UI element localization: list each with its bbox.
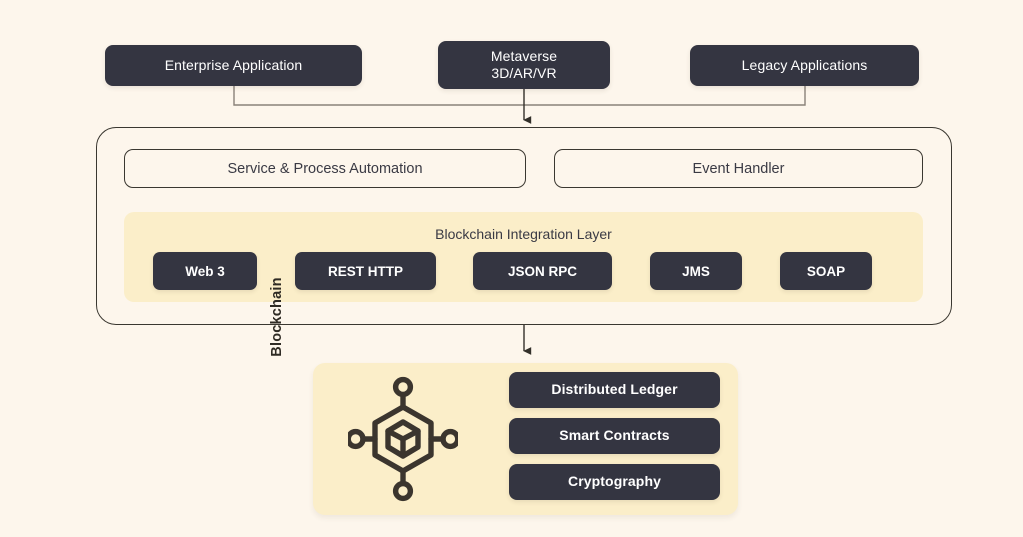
- service-process-automation-label: Service & Process Automation: [227, 160, 423, 177]
- protocol-chip-jms[interactable]: JMS: [650, 252, 742, 290]
- smart-contracts-label: Smart Contracts: [559, 427, 670, 444]
- metaverse-label-line2: 3D/AR/VR: [491, 65, 557, 81]
- blockchain-integration-layer-title: Blockchain Integration Layer: [435, 226, 612, 242]
- event-handler-box[interactable]: Event Handler: [554, 149, 923, 188]
- protocol-chip-rest-http[interactable]: REST HTTP: [295, 252, 436, 290]
- protocol-chip-jms-label: JMS: [682, 263, 710, 279]
- distributed-ledger-label: Distributed Ledger: [551, 381, 678, 398]
- protocol-chip-rest-http-label: REST HTTP: [327, 263, 403, 279]
- smart-contracts-box[interactable]: Smart Contracts: [509, 418, 720, 454]
- blockchain-side-label: Blockchain: [269, 277, 285, 357]
- protocol-chip-json-rpc[interactable]: JSON RPC: [473, 252, 612, 290]
- blockchain-node-cube-icon: [348, 376, 458, 502]
- event-handler-label: Event Handler: [692, 160, 785, 177]
- protocol-chip-soap[interactable]: SOAP: [780, 252, 872, 290]
- enterprise-application-label: Enterprise Application: [164, 56, 303, 73]
- cryptography-box[interactable]: Cryptography: [509, 464, 720, 500]
- metaverse-label-line1: Metaverse: [490, 47, 558, 64]
- cryptography-label: Cryptography: [568, 473, 661, 490]
- protocol-chip-json-rpc-label: JSON RPC: [507, 263, 578, 279]
- metaverse-box[interactable]: Metaverse 3D/AR/VR: [438, 41, 610, 89]
- distributed-ledger-box[interactable]: Distributed Ledger: [509, 372, 720, 408]
- service-process-automation-box[interactable]: Service & Process Automation: [124, 149, 526, 188]
- legacy-applications-box[interactable]: Legacy Applications: [690, 45, 919, 86]
- legacy-applications-label: Legacy Applications: [741, 56, 868, 73]
- diagram-canvas: Enterprise Application Metaverse 3D/AR/V…: [0, 0, 1023, 537]
- protocol-chip-web3[interactable]: Web 3: [153, 252, 257, 290]
- protocol-chip-web3-label: Web 3: [185, 263, 225, 279]
- enterprise-application-box[interactable]: Enterprise Application: [105, 45, 362, 86]
- protocol-chip-soap-label: SOAP: [806, 263, 846, 279]
